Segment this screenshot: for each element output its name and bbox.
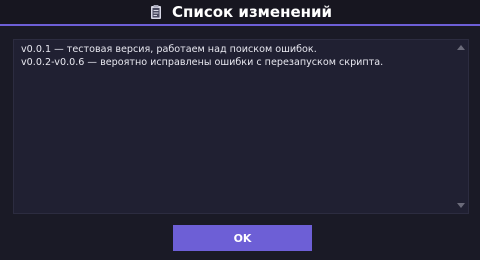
- changelog-line: v0.0.2-v0.0.6 — вероятно исправлены ошиб…: [21, 57, 384, 68]
- scroll-up-arrow-icon[interactable]: [457, 45, 465, 50]
- changelog-dialog: Список изменений v0.0.1 — тестовая верси…: [0, 0, 480, 260]
- changelog-content: v0.0.1 — тестовая версия, работаем над п…: [21, 43, 446, 69]
- dialog-titlebar: Список изменений: [0, 0, 480, 26]
- clipboard-icon: [148, 4, 164, 20]
- changelog-line: v0.0.1 — тестовая версия, работаем над п…: [21, 44, 317, 55]
- ok-button[interactable]: OK: [173, 225, 312, 251]
- vertical-scrollbar[interactable]: [454, 40, 468, 213]
- scroll-down-arrow-icon[interactable]: [457, 203, 465, 208]
- dialog-title: Список изменений: [171, 3, 333, 21]
- changelog-textbox[interactable]: v0.0.1 — тестовая версия, работаем над п…: [13, 39, 469, 214]
